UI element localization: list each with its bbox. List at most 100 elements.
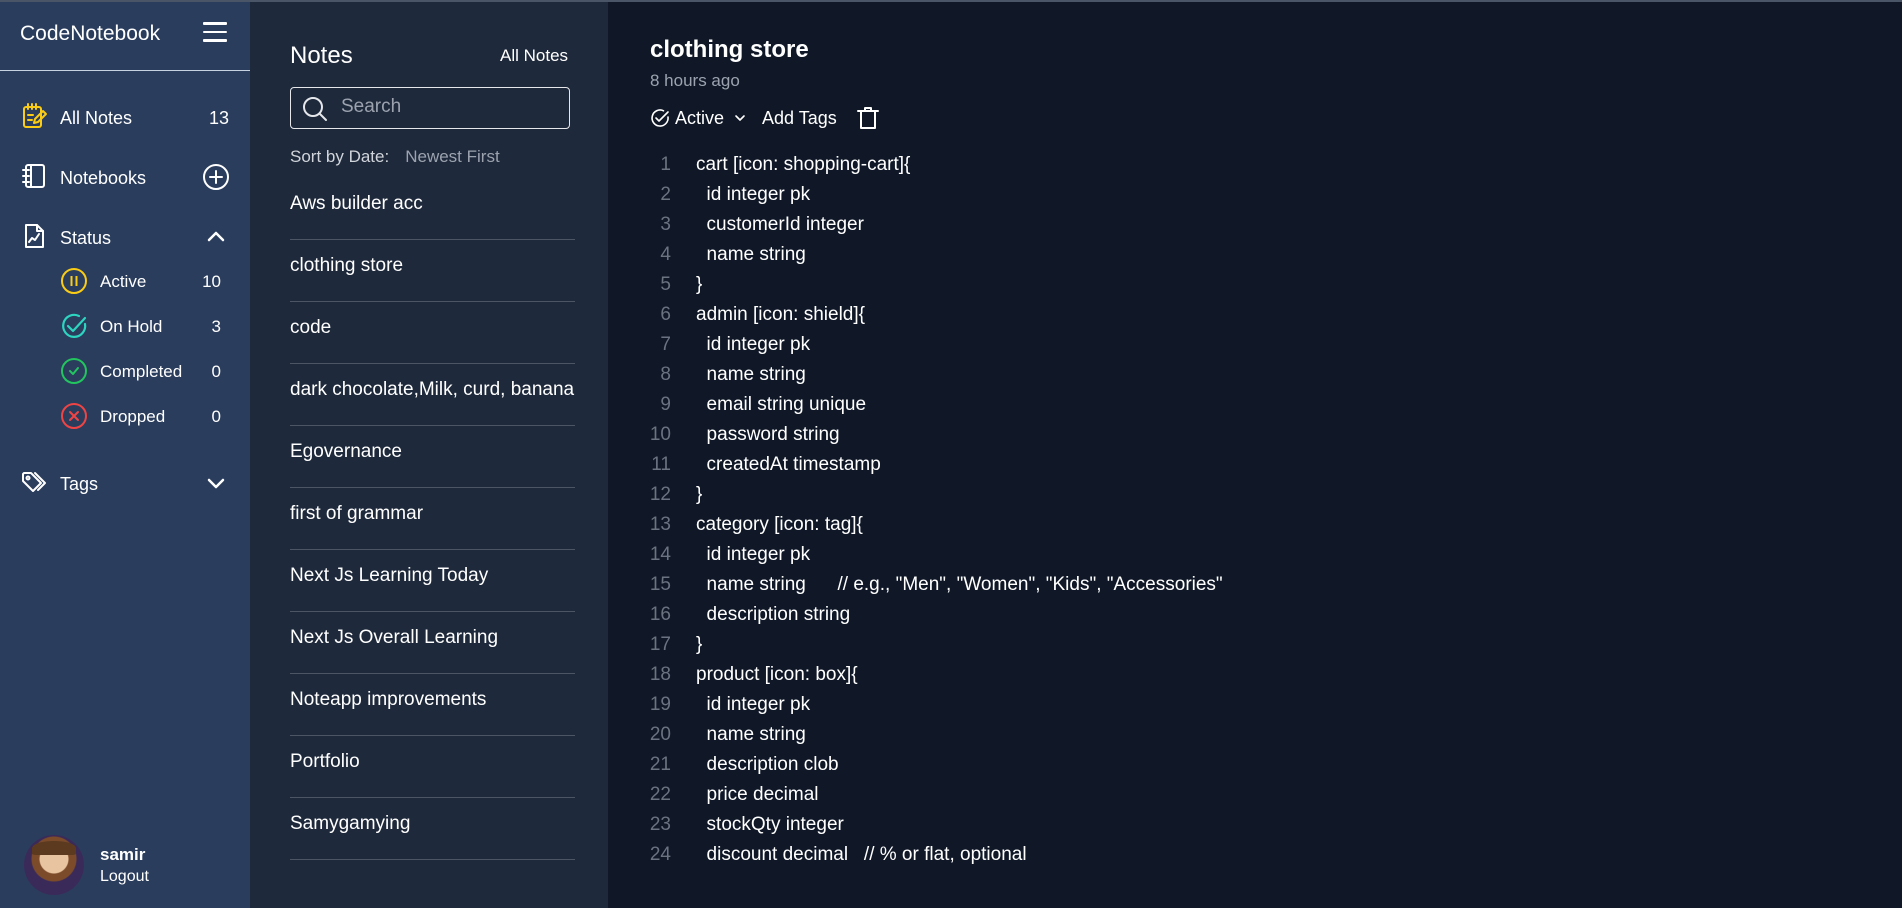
code-line[interactable]: 2 id integer pk — [608, 180, 1608, 210]
code-line[interactable]: 8 name string — [608, 360, 1608, 390]
note-title-heading[interactable]: clothing store — [650, 36, 809, 64]
line-number: 15 — [649, 574, 671, 595]
user-profile: samir Logout — [24, 835, 224, 895]
code-line-text: } — [696, 634, 703, 655]
sidebar-item-label: All Notes — [60, 108, 133, 128]
code-line[interactable]: 19 id integer pk — [608, 690, 1608, 720]
code-line[interactable]: 17} — [608, 630, 1608, 660]
line-number: 21 — [649, 754, 671, 775]
sidebar-item-notebooks[interactable]: Notebooks — [20, 160, 232, 194]
code-line[interactable]: 3 customerId integer — [608, 210, 1608, 240]
line-number: 3 — [660, 214, 671, 235]
code-line[interactable]: 23 stockQty integer — [608, 810, 1608, 840]
note-list-item[interactable]: Aws builder acc — [290, 178, 575, 240]
notepad-edit-icon — [23, 103, 47, 128]
line-number: 12 — [649, 484, 671, 505]
sidebar-item-status[interactable]: Status — [20, 220, 232, 254]
line-number: 8 — [660, 364, 671, 385]
search-input[interactable] — [341, 88, 561, 126]
code-line-text: cart [icon: shopping-cart]{ — [696, 154, 911, 175]
code-line[interactable]: 24 discount decimal // % or flat, option… — [608, 840, 1608, 870]
code-line[interactable]: 12} — [608, 480, 1608, 510]
note-list-item[interactable]: clothing store — [290, 240, 575, 302]
code-line[interactable]: 10 password string — [608, 420, 1608, 450]
notes-title: Notes — [290, 42, 353, 69]
sidebar-item-label: Status — [60, 228, 112, 248]
sort-select[interactable]: Newest First — [405, 147, 499, 166]
note-list-item[interactable]: dark chocolate,Milk, curd, banana — [290, 364, 575, 426]
code-line[interactable]: 15 name string // e.g., "Men", "Women", … — [608, 570, 1608, 600]
status-item-label: Active — [100, 272, 147, 291]
code-line[interactable]: 1 cart [icon: shopping-cart]{ — [608, 150, 1608, 180]
code-line[interactable]: 9 email string unique — [608, 390, 1608, 420]
note-title: Aws builder acc — [290, 193, 423, 214]
status-item-completed[interactable]: Completed 0 — [60, 355, 232, 387]
note-title: Noteapp improvements — [290, 689, 487, 710]
logout-link[interactable]: Logout — [100, 868, 149, 886]
code-line[interactable]: 20 name string — [608, 720, 1608, 750]
status-item-dropped[interactable]: Dropped 0 — [60, 400, 232, 432]
note-list-item[interactable]: Next Js Overall Learning — [290, 612, 575, 674]
line-number: 23 — [649, 814, 671, 835]
code-line[interactable]: 4 name string — [608, 240, 1608, 270]
sidebar-item-all-notes[interactable]: All Notes 13 — [20, 100, 232, 134]
code-line[interactable]: 7 id integer pk — [608, 330, 1608, 360]
status-item-on-hold[interactable]: On Hold 3 — [60, 310, 232, 342]
status-dropdown-label: Active — [675, 108, 725, 128]
code-line-text: id integer pk — [696, 694, 811, 715]
note-title: first of grammar — [290, 503, 424, 524]
line-number: 2 — [660, 184, 671, 205]
code-line[interactable]: 13 category [icon: tag]{ — [608, 510, 1608, 540]
code-line[interactable]: 6 admin [icon: shield]{ — [608, 300, 1608, 330]
add-tags-button[interactable]: Add Tags — [762, 108, 837, 129]
add-notebook-icon[interactable] — [202, 163, 230, 191]
status-item-active[interactable]: Active 10 — [60, 265, 232, 297]
document-chart-icon — [25, 224, 44, 248]
note-title: Portfolio — [290, 751, 360, 772]
code-line-text: email string unique — [696, 394, 867, 415]
chevron-down-icon[interactable] — [202, 469, 230, 497]
note-list-item[interactable]: Next Js Learning Today — [290, 550, 575, 612]
code-line[interactable]: 22 price decimal — [608, 780, 1608, 810]
code-line-text: name string — [696, 724, 806, 745]
line-number: 10 — [649, 424, 671, 445]
chevron-up-icon[interactable] — [202, 223, 230, 251]
notes-filter-link[interactable]: All Notes — [500, 46, 568, 66]
code-line-text: id integer pk — [696, 184, 811, 205]
line-number: 11 — [651, 454, 671, 475]
sidebar-item-tags[interactable]: Tags — [20, 466, 232, 500]
note-list-item[interactable]: Egovernance — [290, 426, 575, 488]
line-number: 7 — [660, 334, 671, 355]
menu-toggle-icon[interactable] — [203, 22, 227, 42]
line-number: 16 — [649, 604, 671, 625]
code-editor[interactable]: 1 cart [icon: shopping-cart]{2 id integer… — [608, 150, 1608, 878]
line-number: 20 — [649, 724, 671, 745]
code-line[interactable]: 5} — [608, 270, 1608, 300]
code-line-text: price decimal — [696, 784, 819, 805]
all-notes-count: 13 — [208, 108, 229, 128]
note-editor: clothing store 8 hours ago Active Add Ta… — [608, 2, 1902, 908]
note-list-item[interactable]: code — [290, 302, 575, 364]
trash-icon[interactable] — [856, 105, 880, 131]
note-list-item[interactable]: Samygamying — [290, 798, 575, 860]
avatar[interactable] — [24, 835, 84, 895]
notebook-icon — [22, 164, 45, 188]
code-line[interactable]: 21 description clob — [608, 750, 1608, 780]
line-number: 14 — [649, 544, 671, 565]
status-item-label: Dropped — [100, 407, 166, 426]
code-line[interactable]: 11 createdAt timestamp — [608, 450, 1608, 480]
search-icon — [303, 97, 327, 121]
note-list-item[interactable]: first of grammar — [290, 488, 575, 550]
status-item-count: 10 — [202, 272, 221, 291]
code-line-text: stockQty integer — [696, 814, 844, 835]
notes-panel: Notes All Notes Sort by Date: Newest Firs… — [250, 2, 608, 908]
code-line[interactable]: 16 description string — [608, 600, 1608, 630]
code-line-text: name string — [696, 244, 806, 265]
code-line[interactable]: 18 product [icon: box]{ — [608, 660, 1608, 690]
app-title: CodeNotebook — [20, 22, 161, 45]
note-list-item[interactable]: Noteapp improvements — [290, 674, 575, 736]
sidebar-item-label: Tags — [60, 474, 99, 494]
line-number: 19 — [649, 694, 671, 715]
code-line[interactable]: 14 id integer pk — [608, 540, 1608, 570]
note-list-item[interactable]: Portfolio — [290, 736, 575, 798]
